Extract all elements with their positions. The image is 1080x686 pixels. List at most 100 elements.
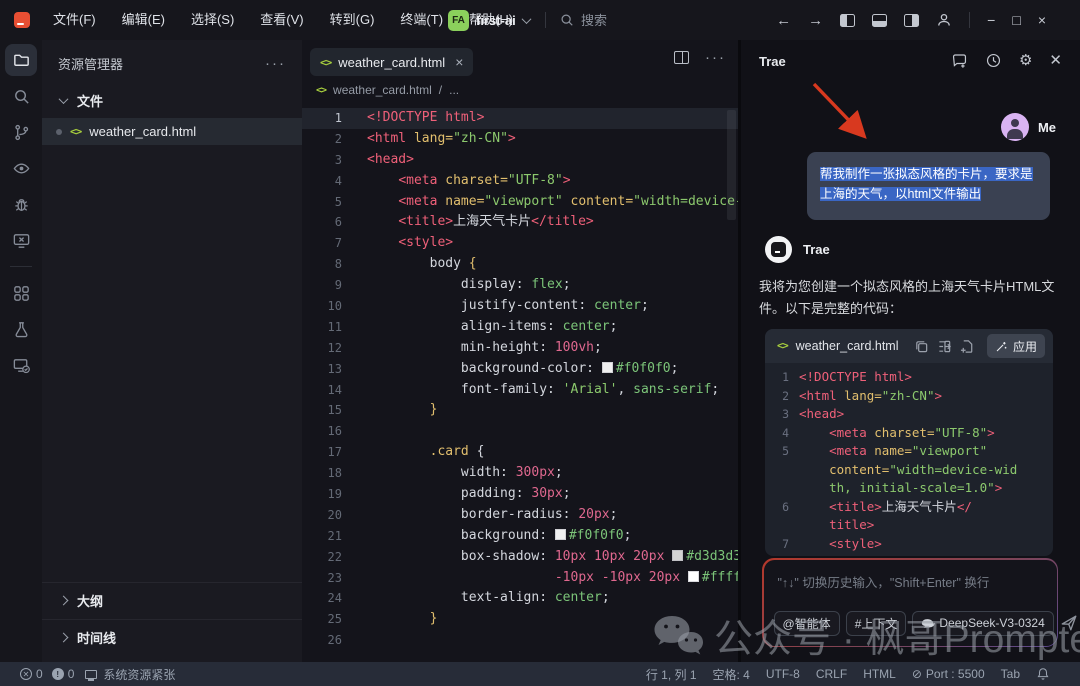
cursor-position[interactable]: 行 1, 列 1 [646, 666, 697, 683]
apps-grid-icon[interactable] [5, 277, 37, 309]
new-file-icon[interactable] [960, 339, 975, 354]
code-line: 21 background: #f0f0f0; [302, 526, 738, 547]
copy-icon[interactable] [914, 339, 929, 354]
debug-icon[interactable] [5, 188, 37, 220]
color-swatch [602, 362, 613, 373]
eye-icon[interactable] [5, 152, 37, 184]
code-line: 19 padding: 30px; [302, 484, 738, 505]
back-arrow-icon[interactable]: ← [776, 12, 791, 29]
history-icon[interactable] [985, 52, 1002, 69]
timeline-section-header[interactable]: 时间线 [42, 619, 302, 656]
port-indicator[interactable]: ⊘ Port : 5500 [912, 667, 985, 681]
divider [10, 266, 32, 267]
code-line: 6 <title>上海天气卡片</title> [302, 212, 738, 233]
menu-select[interactable]: 选择(S) [178, 0, 247, 40]
color-swatch [555, 529, 566, 540]
chat-code-block: 1<!DOCTYPE html>2<html lang="zh-CN">3<he… [765, 363, 1053, 553]
new-chat-icon[interactable] [951, 52, 968, 69]
forward-arrow-icon[interactable]: → [808, 12, 823, 29]
toggle-bottom-panel-icon[interactable] [872, 14, 887, 27]
menu-view[interactable]: 查看(V) [247, 0, 316, 40]
menu-edit[interactable]: 编辑(E) [109, 0, 178, 40]
app-logo-icon [14, 12, 30, 28]
apply-button[interactable]: 应用 [987, 334, 1045, 358]
file-item-weather-card[interactable]: <> weather_card.html [42, 118, 302, 145]
warnings-indicator[interactable]: ! 0 [52, 667, 75, 681]
errors-indicator[interactable]: ✕ 0 [20, 667, 43, 681]
menu-file[interactable]: 文件(F) [40, 0, 109, 40]
workspace-badge: FA [448, 10, 469, 31]
explorer-title: 资源管理器 [58, 54, 123, 73]
agent-chip[interactable]: @智能体 [774, 611, 840, 636]
code-line: 23 -10px -10px 20px #ffffff [302, 568, 738, 589]
send-button[interactable] [1060, 614, 1078, 632]
breadcrumb[interactable]: <> weather_card.html / ... [302, 77, 738, 103]
menu-goto[interactable]: 转到(G) [317, 0, 388, 40]
user-message-text: 帮我制作一张拟态风格的卡片，要求是上海的天气，以html文件输出 [820, 167, 1033, 201]
trae-avatar [765, 236, 792, 263]
code-line: 3<head> [765, 405, 1053, 424]
search-icon[interactable] [5, 80, 37, 112]
context-chip[interactable]: #上下文 [846, 611, 907, 636]
menu-terminal[interactable]: 终端(T) [387, 0, 456, 40]
split-editor-icon[interactable] [674, 51, 689, 64]
tab-weather-card[interactable]: <> weather_card.html × [310, 48, 473, 76]
toggle-right-panel-icon[interactable] [904, 14, 919, 27]
close-window-button[interactable]: × [1038, 12, 1046, 28]
test-flask-icon[interactable] [5, 313, 37, 345]
wand-icon [995, 340, 1008, 353]
code-line: 7 <style> [765, 535, 1053, 554]
code-line: 26 [302, 630, 738, 651]
files-section-header[interactable]: 文件 [42, 83, 302, 118]
system-resource-indicator[interactable]: 系统资源紧张 [83, 666, 175, 683]
editor-group: <> weather_card.html × ··· <> weather_ca… [302, 40, 738, 662]
chat-panel-title: Trae [759, 54, 786, 69]
activity-bar [0, 40, 42, 662]
close-panel-icon[interactable]: ✕ [1049, 53, 1062, 68]
workspace-switcher[interactable]: FA first-ai [448, 8, 530, 32]
indent-setting[interactable]: 空格: 4 [713, 666, 750, 683]
tab-bar: <> weather_card.html × ··· [302, 40, 738, 77]
bell-icon[interactable] [1036, 667, 1050, 681]
code-line: 20 border-radius: 20px; [302, 505, 738, 526]
workspace-name: first-ai [476, 13, 516, 28]
html-file-icon: <> [70, 125, 81, 138]
code-editor[interactable]: 1<!DOCTYPE html>2<html lang="zh-CN">3<he… [302, 108, 738, 662]
account-icon[interactable] [936, 12, 952, 28]
search-icon [560, 13, 574, 27]
code-line: 3<head> [302, 150, 738, 171]
search-label: 搜索 [581, 10, 607, 29]
editor-scrollbar[interactable] [727, 110, 736, 220]
code-line: 5 <meta name="viewport" [765, 442, 1053, 461]
html-file-icon: <> [320, 56, 331, 69]
encoding[interactable]: UTF-8 [766, 667, 800, 681]
whale-icon [921, 618, 935, 629]
chevron-down-icon [59, 94, 69, 104]
code-line: 1<!DOCTYPE html> [302, 108, 738, 129]
code-line: 24 text-align: center; [302, 588, 738, 609]
code-line: 2<html lang="zh-CN"> [302, 129, 738, 150]
minimize-button[interactable]: − [987, 12, 995, 28]
monitor-x-icon[interactable] [5, 224, 37, 256]
eol-setting[interactable]: CRLF [816, 667, 847, 681]
search-box[interactable]: 搜索 [560, 10, 607, 29]
insert-code-icon[interactable] [937, 339, 952, 354]
toggle-left-panel-icon[interactable] [840, 14, 855, 27]
code-line: 7 <style> [302, 233, 738, 254]
close-tab-icon[interactable]: × [455, 54, 463, 70]
explorer-icon[interactable] [5, 44, 37, 76]
model-selector-chip[interactable]: DeepSeek-V3-0324 [912, 611, 1053, 636]
editor-more-actions-icon[interactable]: ··· [705, 49, 726, 66]
chat-input[interactable]: "↑↓" 切换历史输入，"Shift+Enter" 换行 @智能体 #上下文 D… [764, 560, 1057, 646]
source-control-icon[interactable] [5, 116, 37, 148]
user-avatar [1001, 113, 1029, 141]
code-line: 22 box-shadow: 10px 10px 20px #d3d3d3, [302, 547, 738, 568]
tab-focus-mode[interactable]: Tab [1001, 667, 1020, 681]
outline-section-header[interactable]: 大纲 [42, 582, 302, 619]
chevron-right-icon [59, 596, 69, 606]
more-actions-icon[interactable]: ··· [265, 55, 286, 72]
maximize-button[interactable]: □ [1012, 12, 1020, 28]
language-mode[interactable]: HTML [863, 667, 896, 681]
devices-icon[interactable] [5, 349, 37, 381]
settings-gear-icon[interactable]: ⚙ [1019, 53, 1032, 68]
